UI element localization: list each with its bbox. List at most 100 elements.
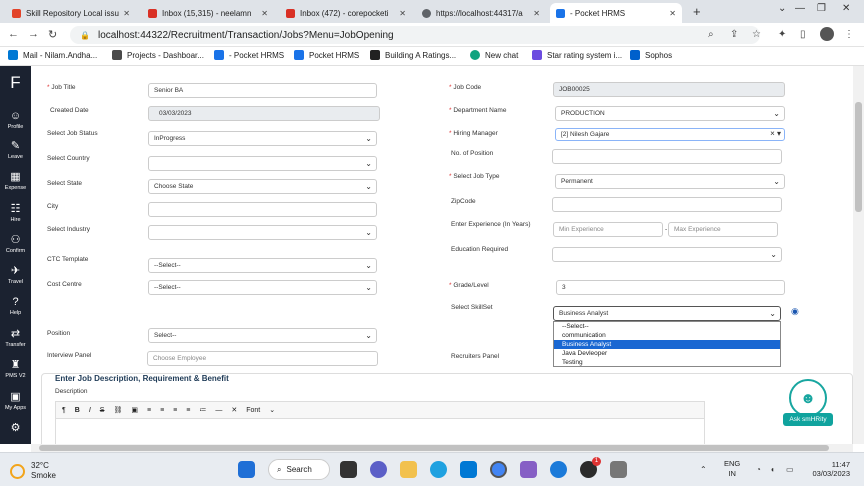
sidebar-item-pms[interactable]: ♜ PMS V2 (0, 359, 31, 379)
education-select[interactable]: ⌄ (552, 247, 782, 262)
new-tab-button[interactable]: + (693, 4, 701, 19)
no-position-input[interactable] (552, 149, 782, 164)
minimize-button[interactable]: — (795, 3, 805, 14)
clear-dropdown-icon[interactable]: × ▾ (770, 129, 781, 138)
grade-input[interactable]: 3 (556, 280, 785, 295)
sidebar-item-leave[interactable]: ✎ Leave (0, 140, 31, 160)
hiring-manager-select[interactable]: [2] Nilesh Gajare × ▾ (555, 128, 785, 141)
clear-format-icon[interactable]: ✕ (231, 406, 237, 414)
sidebar-item-myapps[interactable]: ▣ My Apps (0, 391, 31, 411)
back-icon[interactable]: ← (8, 28, 19, 40)
sidebar-item-travel[interactable]: ✈ Travel (0, 265, 31, 285)
bookmark-item[interactable]: Building A Ratings... (370, 50, 456, 60)
strikethrough-button[interactable]: S (100, 407, 105, 414)
teams-icon[interactable] (370, 461, 387, 478)
skillset-option-selected[interactable]: Business Analyst (554, 340, 780, 349)
job-type-select[interactable]: Permanent ⌄ (555, 174, 785, 189)
browser-tab[interactable]: Inbox (15,315) - neelamn ✕ (142, 3, 274, 23)
job-title-input[interactable]: Senior BA (148, 83, 377, 98)
font-dropdown[interactable]: Font (246, 407, 260, 414)
app-icon[interactable] (550, 461, 567, 478)
skillset-option[interactable]: Java Devleoper (554, 349, 780, 358)
bookmark-item[interactable]: Mail - Nilam.Andha... (8, 50, 97, 60)
close-icon[interactable]: ✕ (399, 9, 406, 18)
image-icon[interactable]: ▣ (131, 406, 138, 414)
interview-panel-input[interactable]: Choose Employee (147, 351, 378, 366)
app-logo[interactable]: F (0, 74, 31, 91)
language-indicator[interactable]: ENG IN (724, 459, 740, 479)
skillset-option[interactable]: communication (554, 331, 780, 340)
bookmark-item[interactable]: New chat (470, 50, 518, 60)
chrome-icon[interactable] (490, 461, 507, 478)
horizontal-rule-icon[interactable]: — (215, 407, 222, 414)
max-experience-input[interactable]: Max Experience (668, 222, 778, 237)
scroll-thumb[interactable] (39, 445, 829, 451)
file-explorer-icon[interactable] (400, 461, 417, 478)
star-icon[interactable]: ☆ (752, 29, 761, 40)
visual-studio-icon[interactable] (520, 461, 537, 478)
cost-centre-select[interactable]: --Select-- ⌄ (148, 280, 377, 295)
browser-tab[interactable]: Skill Repository Local issu ✕ (6, 3, 136, 23)
sidebar-item-hire[interactable]: ☷ Hire (0, 203, 31, 223)
volume-icon[interactable]: ◖ (770, 465, 775, 474)
link-icon[interactable]: ⛓ (113, 406, 122, 414)
zoom-icon[interactable]: ⌕ (708, 29, 714, 40)
ctc-template-select[interactable]: --Select-- ⌄ (148, 258, 377, 273)
list-icon[interactable]: ≔ (199, 406, 206, 414)
eye-icon[interactable]: ◉ (791, 306, 799, 317)
align-right-icon[interactable]: ≡ (173, 407, 177, 414)
department-select[interactable]: PRODUCTION ⌄ (555, 106, 785, 121)
skillset-select[interactable]: Business Analyst ⌄ (553, 306, 781, 321)
extensions-icon[interactable]: ✦ (778, 29, 786, 40)
vertical-scrollbar[interactable] (853, 66, 864, 444)
align-center-icon[interactable]: ≡ (160, 407, 164, 414)
sidebar-item-settings[interactable]: ⚙ (0, 422, 31, 436)
sidebar-item-confirm[interactable]: ⚇ Confirm (0, 234, 31, 254)
industry-select[interactable]: ⌄ (148, 225, 377, 240)
browser-tab-active[interactable]: - Pocket HRMS ✕ (550, 3, 682, 23)
clock[interactable]: 11:47 03/03/2023 (806, 460, 850, 478)
description-editor[interactable] (55, 419, 705, 444)
reload-icon[interactable]: ↻ (48, 28, 57, 41)
browser-tab[interactable]: Inbox (472) - corepocketi ✕ (280, 3, 412, 23)
sidebar-item-profile[interactable]: ☺ Profile (0, 110, 31, 130)
sidebar-item-help[interactable]: ? Help (0, 296, 31, 316)
windows-start-icon[interactable] (238, 461, 255, 478)
close-icon[interactable]: ✕ (123, 9, 130, 18)
city-input[interactable] (148, 202, 377, 217)
url-field[interactable]: 🔒 localhost:44322/Recruitment/Transactio… (70, 26, 760, 44)
paragraph-icon[interactable]: ¶ (62, 407, 66, 414)
job-status-select[interactable]: InProgress ⌄ (148, 131, 377, 146)
notepad-icon[interactable] (610, 461, 627, 478)
more-icon[interactable]: ⌄ (269, 406, 275, 414)
close-icon[interactable]: ✕ (261, 9, 268, 18)
sidebar-item-expense[interactable]: ▦ Expense (0, 171, 31, 191)
tab-search-icon[interactable]: ⌄ (778, 3, 786, 14)
avatar[interactable] (820, 27, 834, 41)
maximize-button[interactable]: ❐ (817, 3, 826, 14)
forward-icon[interactable]: → (28, 28, 39, 40)
task-view-icon[interactable] (340, 461, 357, 478)
bold-button[interactable]: B (75, 407, 80, 414)
weather-widget[interactable]: 32°C Smoke (10, 461, 56, 481)
zipcode-input[interactable] (552, 197, 782, 212)
italic-button[interactable]: I (89, 407, 91, 414)
window-close-button[interactable]: ✕ (842, 3, 850, 14)
bookmark-item[interactable]: Sophos (630, 50, 672, 60)
skillset-option[interactable]: --Select-- (554, 322, 780, 331)
country-select[interactable]: ⌄ (148, 156, 377, 171)
github-icon[interactable]: 1 (580, 457, 601, 478)
ask-smhrity-widget[interactable]: ☻ Ask smHRity (783, 379, 833, 427)
store-icon[interactable] (460, 461, 477, 478)
state-select[interactable]: Choose State ⌄ (148, 179, 377, 194)
tray-chevron-icon[interactable]: ⌃ (700, 465, 707, 474)
horizontal-scrollbar[interactable] (31, 444, 853, 452)
bookmark-item[interactable]: - Pocket HRMS (214, 50, 284, 60)
bookmark-item[interactable]: Pocket HRMS (294, 50, 359, 60)
position-select[interactable]: Select-- ⌄ (148, 328, 377, 343)
share-icon[interactable]: ⇪ (730, 29, 738, 40)
taskbar-search[interactable]: ⌕ Search (268, 459, 330, 480)
battery-icon[interactable]: ▭ (786, 465, 794, 474)
min-experience-input[interactable]: Min Experience (553, 222, 663, 237)
browser-tab[interactable]: https://localhost:44317/a ✕ (416, 3, 546, 23)
